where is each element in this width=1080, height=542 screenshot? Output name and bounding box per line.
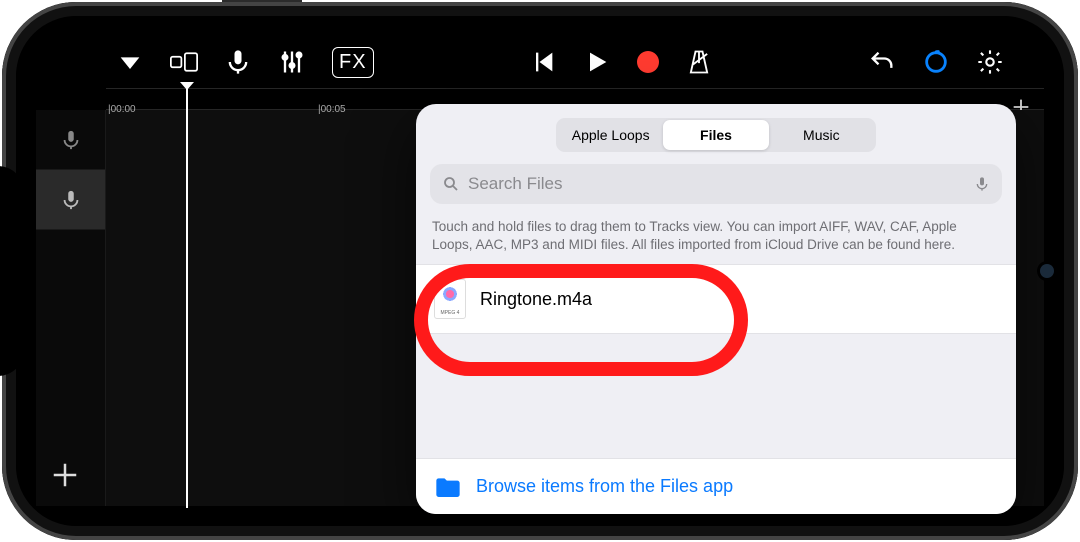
metronome-icon[interactable] (685, 48, 713, 76)
source-segmented-control: Apple Loops Files Music (556, 118, 876, 152)
files-popover: Apple Loops Files Music Touch and hold f… (416, 104, 1016, 514)
search-bar[interactable] (430, 164, 1002, 204)
microphone-icon[interactable] (224, 48, 252, 76)
file-row[interactable]: MPEG 4 Ringtone.m4a (416, 264, 1016, 334)
home-indicator[interactable] (641, 504, 791, 509)
dropdown-triangle-icon[interactable] (116, 48, 144, 76)
search-input[interactable] (468, 174, 966, 194)
ruler-tick: |00:00 (108, 104, 136, 115)
tab-music[interactable]: Music (769, 120, 874, 150)
front-camera (1040, 264, 1054, 278)
import-hint-text: Touch and hold files to drag them to Tra… (416, 204, 1016, 264)
search-icon (442, 175, 460, 193)
playhead[interactable] (186, 88, 188, 508)
browse-files-label: Browse items from the Files app (476, 476, 733, 497)
track-header[interactable] (36, 170, 105, 230)
microphone-icon (60, 189, 82, 211)
add-track-button[interactable] (50, 460, 80, 490)
screen: FX (16, 16, 1064, 526)
track-header[interactable] (36, 110, 105, 170)
ruler-tick: |00:05 (318, 104, 346, 115)
dictation-microphone-icon[interactable] (974, 174, 990, 194)
file-type-icon: MPEG 4 (434, 279, 466, 319)
fx-button[interactable]: FX (332, 47, 374, 78)
settings-gear-icon[interactable] (976, 48, 1004, 76)
folder-icon (434, 476, 462, 498)
view-toggle-icon[interactable] (170, 48, 198, 76)
record-button[interactable] (637, 51, 659, 73)
play-icon[interactable] (583, 48, 611, 76)
undo-icon[interactable] (868, 48, 896, 76)
phone-frame: FX (2, 2, 1078, 540)
track-headers (36, 110, 106, 506)
tab-apple-loops[interactable]: Apple Loops (558, 120, 663, 150)
notch (0, 166, 24, 376)
microphone-icon (60, 129, 82, 151)
tab-files[interactable]: Files (663, 120, 768, 150)
track-controls-icon[interactable] (278, 48, 306, 76)
go-to-start-icon[interactable] (529, 48, 557, 76)
file-name: Ringtone.m4a (480, 289, 592, 310)
loop-browser-icon[interactable] (922, 48, 950, 76)
top-toolbar: FX (16, 36, 1064, 88)
